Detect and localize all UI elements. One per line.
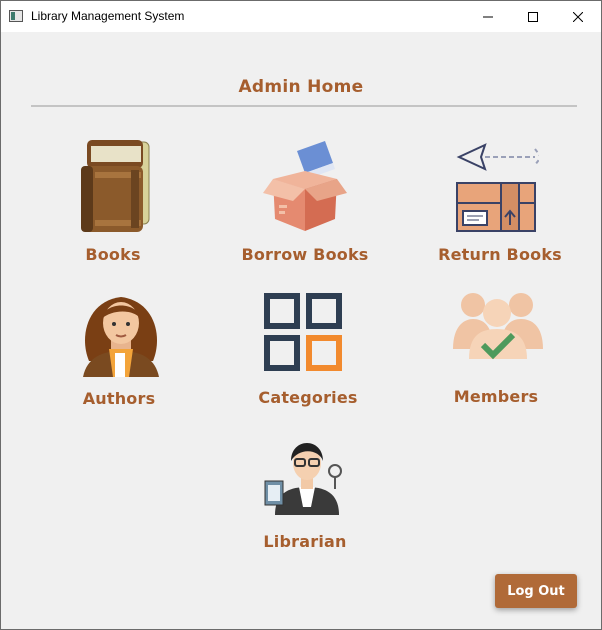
- members-tile[interactable]: Members: [447, 289, 547, 409]
- title-divider: [31, 105, 577, 107]
- borrow-books-label: Borrow Books: [241, 245, 369, 264]
- minimize-button[interactable]: [465, 1, 511, 32]
- books-tile[interactable]: Books: [71, 136, 155, 266]
- return-box-icon: [456, 143, 539, 232]
- return-books-tile[interactable]: Return Books: [438, 141, 562, 266]
- authors-tile[interactable]: Authors: [75, 291, 167, 411]
- librarian-tile[interactable]: Librarian: [253, 431, 357, 556]
- close-button[interactable]: [555, 1, 601, 32]
- author-avatar-icon: [83, 297, 159, 377]
- minimize-icon: [483, 16, 493, 17]
- borrow-books-tile[interactable]: Borrow Books: [241, 141, 369, 266]
- members-group-icon: [453, 293, 543, 360]
- logout-button[interactable]: Log Out: [495, 574, 577, 608]
- return-books-label: Return Books: [438, 245, 562, 264]
- maximize-icon: [528, 11, 538, 22]
- categories-label: Categories: [258, 388, 358, 407]
- authors-label: Authors: [82, 389, 156, 408]
- books-icon: [81, 140, 150, 232]
- window-title: Library Management System: [31, 9, 185, 23]
- categories-tile[interactable]: Categories: [251, 291, 363, 411]
- borrow-box-icon: [263, 141, 347, 231]
- page-title: Admin Home: [238, 77, 364, 97]
- categories-grid-icon: [264, 293, 342, 371]
- close-icon: [573, 11, 583, 22]
- librarian-avatar-icon: [264, 443, 342, 515]
- app-window: Library Management System Admin Home Boo…: [0, 0, 602, 630]
- title-bar: Library Management System: [1, 1, 601, 32]
- books-label: Books: [85, 245, 141, 264]
- app-icon: [9, 10, 23, 22]
- maximize-button[interactable]: [510, 1, 556, 32]
- members-label: Members: [453, 387, 539, 406]
- librarian-label: Librarian: [263, 532, 347, 551]
